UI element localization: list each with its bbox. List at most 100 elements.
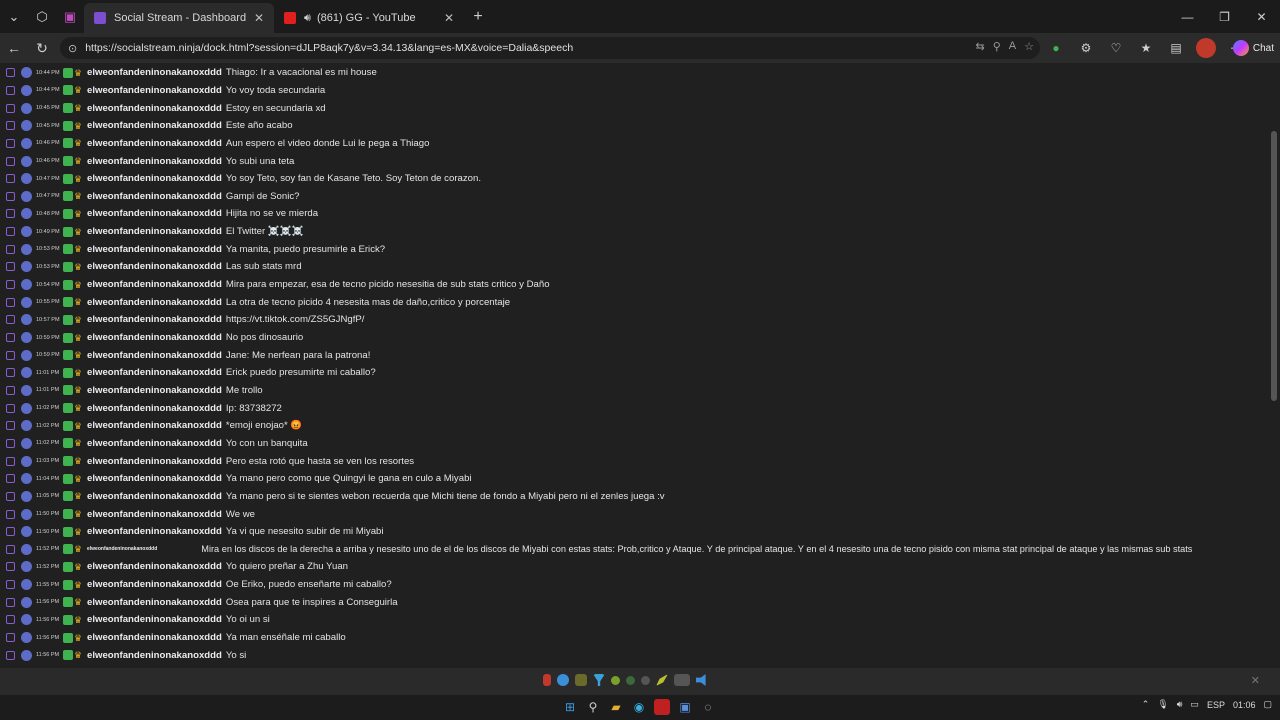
message-menu-icon[interactable] [6,68,15,78]
minimize-icon[interactable]: — [1169,0,1206,33]
message-menu-icon[interactable] [6,474,15,484]
chat-message-row[interactable]: 11:01 PM ♛ elweonfandeninonakanoxddd Me tro… [0,382,263,400]
chat-message-row[interactable]: 10:47 PM ♛ elweonfandeninonakanoxddd Yo soy… [0,170,481,188]
address-bar[interactable]: ⊙ https://socialstream.ninja/dock.html?s… [60,37,1040,59]
chat-message-row[interactable]: 11:55 PM ♛ elweonfandeninonakanoxddd Oe Eri… [0,576,392,594]
chat-message-row[interactable]: 10:49 PM ♛ elweonfandeninonakanoxddd El Twi… [0,223,304,241]
dock-close-icon[interactable]: ✕ [1251,674,1260,687]
close-window-icon[interactable]: ✕ [1243,0,1280,33]
message-menu-icon[interactable] [6,244,15,254]
close-tab-icon[interactable]: ✕ [444,11,454,25]
message-menu-icon[interactable] [6,385,15,395]
message-menu-icon[interactable] [6,615,15,625]
message-menu-icon[interactable] [6,227,15,237]
message-menu-icon[interactable] [6,156,15,166]
chat-bubble-icon[interactable] [557,674,569,686]
tab-actions-chevron-icon[interactable]: ⌄ [0,3,28,31]
chat-message-row[interactable]: 11:02 PM ♛ elweonfandeninonakanoxddd Yo con… [0,435,308,453]
browser-essentials-icon[interactable]: ♡ [1106,38,1126,58]
zoom-icon[interactable]: ⚲ [993,40,1001,53]
grey-dot-icon[interactable] [641,675,650,685]
message-menu-icon[interactable] [6,297,15,307]
chat-message-row[interactable]: 11:56 PM ♛ elweonfandeninonakanoxddd Yo oi … [0,611,270,629]
green-dot-icon[interactable] [611,675,620,685]
back-icon[interactable]: ← [0,34,28,62]
message-menu-icon[interactable] [6,580,15,590]
chat-message-row[interactable]: 11:05 PM ♛ elweonfandeninonakanoxddd Ya man… [0,488,665,506]
volume-icon[interactable]: 🔊︎ [1177,699,1183,710]
keyboard-icon[interactable] [674,674,690,686]
message-menu-icon[interactable] [6,121,15,131]
message-menu-icon[interactable] [6,280,15,290]
message-menu-icon[interactable] [6,191,15,201]
chat-message-row[interactable]: 10:53 PM ♛ elweonfandeninonakanoxddd Ya man… [0,241,385,259]
read-aloud-icon[interactable]: A [1009,40,1016,53]
search-icon[interactable]: ⚲ [585,699,601,715]
chat-message-row[interactable]: 10:44 PM ♛ elweonfandeninonakanoxddd Thiago… [0,64,377,82]
chat-message-row[interactable]: 10:53 PM ♛ elweonfandeninonakanoxddd Las su… [0,258,302,276]
pause-icon[interactable] [543,674,551,686]
chat-message-row[interactable]: 11:52 PM ♛ elweonfandeninonakanoxddd Mira e… [0,541,1192,559]
chat-message-row[interactable]: 10:45 PM ♛ elweonfandeninonakanoxddd Este a… [0,117,293,135]
chat-message-row[interactable]: 10:47 PM ♛ elweonfandeninonakanoxddd Gampi … [0,188,299,206]
chat-message-row[interactable]: 11:50 PM ♛ elweonfandeninonakanoxddd We we [0,505,255,523]
chat-message-row[interactable]: 11:56 PM ♛ elweonfandeninonakanoxddd Osea p… [0,594,398,612]
scrollbar[interactable] [1271,131,1277,401]
site-info-icon[interactable]: ⊙ [68,42,77,55]
chat-message-row[interactable]: 11:02 PM ♛ elweonfandeninonakanoxddd *emoji… [0,417,302,435]
app-red-icon[interactable] [654,699,670,715]
chat-message-row[interactable]: 11:56 PM ♛ elweonfandeninonakanoxddd Ya man… [0,629,346,647]
message-menu-icon[interactable] [6,527,15,537]
chat-message-row[interactable]: 11:03 PM ♛ elweonfandeninonakanoxddd Pero e… [0,452,414,470]
dark-green-dot-icon[interactable] [626,675,635,685]
message-menu-icon[interactable] [6,333,15,343]
chat-message-row[interactable]: 11:01 PM ♛ elweonfandeninonakanoxddd Erick … [0,364,376,382]
message-menu-icon[interactable] [6,138,15,148]
microphone-icon[interactable]: 🎙︎ [1157,699,1168,710]
chat-message-row[interactable]: 10:55 PM ♛ elweonfandeninonakanoxddd La otr… [0,293,510,311]
translate-icon[interactable]: ⇆ [976,40,985,53]
chat-message-row[interactable]: 10:45 PM ♛ elweonfandeninonakanoxddd Estoy … [0,99,326,117]
chat-message-row[interactable]: 10:59 PM ♛ elweonfandeninonakanoxddd No pos… [0,329,303,347]
clock[interactable]: 01:06 [1233,700,1256,710]
message-menu-icon[interactable] [6,544,15,554]
tab-youtube[interactable]: 🔊︎ (861) GG - YouTube ✕ [274,3,464,33]
app-settings-icon[interactable]: ◌ [700,699,716,715]
message-menu-icon[interactable] [6,597,15,607]
favorites-icon[interactable]: ★ [1136,38,1156,58]
language-indicator[interactable]: ESP [1207,700,1225,710]
favorite-star-icon[interactable]: ☆ [1024,40,1034,53]
speaker-icon[interactable]: 🔊︎ [304,12,311,25]
message-menu-icon[interactable] [6,315,15,325]
message-menu-icon[interactable] [6,650,15,660]
message-menu-icon[interactable] [6,438,15,448]
network-icon[interactable]: ▭ [1190,699,1199,710]
notifications-icon[interactable]: ▢ [1263,699,1272,710]
profile-avatar[interactable] [1196,38,1216,58]
new-tab-icon[interactable]: + [464,8,492,26]
chat-message-row[interactable]: 10:48 PM ♛ elweonfandeninonakanoxddd Hijita… [0,205,318,223]
collections-icon[interactable]: ▤ [1166,38,1186,58]
bell-icon[interactable] [575,674,587,686]
message-menu-icon[interactable] [6,209,15,219]
chat-message-row[interactable]: 10:44 PM ♛ elweonfandeninonakanoxddd Yo voy… [0,82,325,100]
chat-message-row[interactable]: 11:02 PM ♛ elweonfandeninonakanoxddd Ip: 83… [0,399,282,417]
message-menu-icon[interactable] [6,103,15,113]
chat-message-row[interactable]: 11:56 PM ♛ elweonfandeninonakanoxddd Yo si [0,646,246,664]
chat-message-row[interactable]: 10:54 PM ♛ elweonfandeninonakanoxddd Mira p… [0,276,550,294]
message-menu-icon[interactable] [6,403,15,413]
message-menu-icon[interactable] [6,85,15,95]
tab-social-stream[interactable]: Social Stream - Dashboard ✕ [84,3,274,33]
restore-icon[interactable]: ❐ [1206,0,1243,33]
message-menu-icon[interactable] [6,509,15,519]
filter-icon[interactable] [593,674,605,686]
message-menu-icon[interactable] [6,262,15,272]
chat-message-row[interactable]: 11:50 PM ♛ elweonfandeninonakanoxddd Ya vi … [0,523,384,541]
edge-browser-icon[interactable]: ◉ [631,699,647,715]
message-menu-icon[interactable] [6,368,15,378]
chat-message-row[interactable]: 10:46 PM ♛ elweonfandeninonakanoxddd Aun es… [0,135,429,153]
file-explorer-icon[interactable]: ▰ [608,699,624,715]
close-tab-icon[interactable]: ✕ [254,11,264,25]
pinned-tab-icon[interactable]: ▣ [56,3,84,31]
app-blue-icon[interactable]: ▣ [677,699,693,715]
